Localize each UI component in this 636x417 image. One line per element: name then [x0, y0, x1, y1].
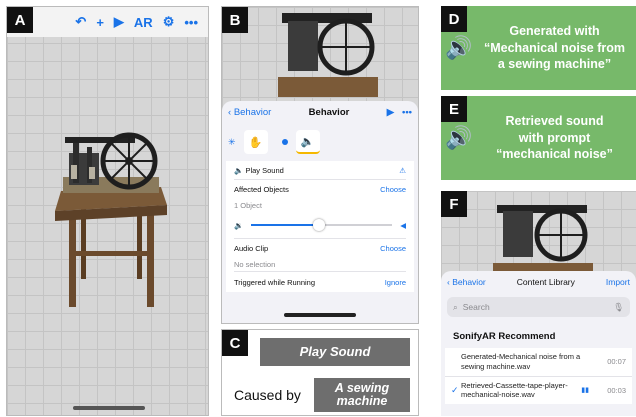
action-card: 🔈 Play Sound ⚠ Affected Objects Choose 1… [226, 161, 414, 292]
sewing-machine-model [493, 205, 593, 281]
volume-low-icon: 🔉 [234, 220, 244, 230]
clip-duration: 00:07 [607, 357, 626, 367]
ar-button[interactable]: AR [134, 15, 153, 30]
caption-line-2: with prompt [518, 130, 591, 145]
triggered-row: Triggered while Running Ignore [226, 272, 414, 292]
search-input[interactable]: ⌕ Search 🎙 [447, 297, 630, 317]
nav-title: Behavior [308, 106, 350, 118]
volume-slider-fill [251, 224, 319, 226]
retrieved-sound-caption: Retrieved sound with prompt “mechanical … [475, 96, 634, 180]
sewing-machine-model[interactable] [51, 125, 171, 310]
list-item[interactable]: Generated-Mechanical noise from a sewing… [445, 348, 632, 376]
connector-dot-icon [281, 139, 288, 145]
audio-clip-value: No selection [234, 259, 276, 269]
panel-d-generated-sound: D 🔊 Generated with “Mechanical noise fro… [441, 6, 636, 90]
action-caption-box: Play Sound [260, 338, 410, 366]
speaker-icon: 🔈 [234, 165, 244, 175]
panel-a-ar-scene: A ↶ + ▶ AR ⚙ ••• [6, 6, 209, 416]
affected-count-row: 1 Object [226, 198, 414, 212]
back-button[interactable]: ‹ Behavior [228, 107, 271, 118]
action-header: 🔈 Play Sound ⚠ [226, 161, 414, 179]
back-label: Behavior [233, 106, 272, 118]
panel-label-d: D [441, 6, 467, 32]
affected-count: 1 Object [234, 200, 262, 210]
caption-line-3: a sewing machine” [497, 57, 612, 72]
triggered-ignore-button[interactable]: Ignore [385, 278, 406, 287]
action-title: Play Sound [245, 165, 284, 175]
caption-line-1: Generated with [509, 23, 600, 38]
audio-bars-icon: ▮▮ [581, 387, 589, 395]
generated-sound-caption: Generated with “Mechanical noise from a … [475, 6, 634, 90]
trigger-tile[interactable]: ✋ [243, 130, 268, 154]
panel-c-caption: C Play Sound Caused by A sewing machine [221, 329, 419, 416]
panel-label-a: A [7, 7, 33, 33]
speaker-sound-icon: 🔊 [445, 35, 473, 60]
caption-line-1: Retrieved sound [505, 113, 604, 128]
search-icon: ⌕ [453, 301, 458, 312]
add-icon[interactable]: + [96, 15, 104, 30]
list-item[interactable]: ✓ Retrieved-Cassette-tape-player-mechanic… [445, 375, 632, 404]
play-icon[interactable]: ▶ [387, 107, 394, 118]
ar-toolbar: ↶ + ▶ AR ⚙ ••• [7, 7, 208, 37]
audio-clip-label: Audio Clip [234, 243, 269, 253]
volume-slider-knob[interactable] [312, 219, 325, 231]
volume-slider[interactable] [251, 219, 393, 231]
audio-clip-value-row: No selection [226, 257, 414, 271]
panel-label-e: E [441, 96, 467, 122]
library-nav: ‹ Behavior Content Library Import [441, 271, 636, 293]
clip-name: Generated-Mechanical noise from a sewing… [461, 352, 581, 371]
behavior-sheet: ‹ Behavior Behavior ▶ ••• ✳ ✋ 🔈 🔈 Play S… [222, 101, 418, 323]
affected-objects-row: Affected Objects Choose [226, 180, 414, 198]
settings-icon[interactable]: ⚙ [163, 14, 175, 30]
back-button[interactable]: ‹ Behavior [447, 277, 486, 287]
home-indicator [73, 406, 145, 410]
panel-label-b: B [222, 7, 248, 33]
clip-list: Generated-Mechanical noise from a sewing… [441, 348, 636, 404]
ar-viewport[interactable] [7, 37, 208, 415]
triggered-label: Triggered while Running [234, 277, 316, 287]
spinner-icon: ✳ [228, 136, 236, 147]
undo-icon[interactable]: ↶ [75, 14, 86, 30]
clip-name: Retrieved-Cassette-tape-player-mechanica… [461, 380, 568, 400]
panel-f-content-library: F ‹ Behavior Content Library Import ⌕ Se… [441, 191, 636, 416]
more-icon[interactable]: ••• [402, 107, 412, 118]
panel-label-f: F [441, 191, 467, 217]
affected-choose-button[interactable]: Choose [380, 185, 406, 194]
section-title: SonifyAR Recommend [453, 331, 556, 342]
tap-hand-icon: ✋ [248, 136, 263, 149]
audio-clip-choose-button[interactable]: Choose [380, 244, 406, 253]
nav-title: Content Library [516, 277, 575, 287]
ar-viewport [441, 191, 636, 281]
volume-row: 🔉 ◀ [226, 212, 414, 238]
more-icon[interactable]: ••• [184, 15, 198, 30]
warning-icon[interactable]: ⚠ [399, 166, 406, 175]
caption-line-2: “Mechanical noise from [483, 40, 625, 55]
sewing-machine-model [278, 13, 378, 97]
play-icon[interactable]: ▶ [114, 14, 124, 30]
caused-by-label: Caused by [234, 387, 301, 403]
clip-duration: 00:03 [607, 385, 626, 395]
audio-clip-row: Audio Clip Choose [226, 239, 414, 257]
volume-high-icon: ◀ [400, 220, 406, 230]
back-label: Behavior [452, 277, 486, 287]
affected-label: Affected Objects [234, 184, 289, 194]
panel-e-retrieved-sound: E 🔊 Retrieved sound with prompt “mechani… [441, 96, 636, 180]
speaker-icon: 🔈 [300, 135, 315, 148]
home-indicator [284, 313, 356, 317]
import-button[interactable]: Import [606, 277, 630, 287]
search-placeholder: Search [462, 302, 490, 312]
speaker-sound-icon: 🔊 [445, 125, 473, 150]
library-sheet: ‹ Behavior Content Library Import ⌕ Sear… [441, 271, 636, 416]
checkmark-icon: ✓ [451, 384, 459, 395]
behavior-nav: ‹ Behavior Behavior ▶ ••• [222, 101, 418, 123]
panel-b-behavior-editor: B ‹ Behavior Behavior ▶ ••• ✳ ✋ 🔈 🔈 Play… [221, 6, 419, 324]
caption-line-3: “mechanical noise” [496, 147, 613, 162]
panel-label-c: C [222, 330, 248, 356]
cause-caption-box: A sewing machine [314, 378, 410, 412]
microphone-icon[interactable]: 🎙 [613, 302, 624, 313]
ar-viewport [222, 7, 418, 107]
trigger-action-row: ✳ ✋ 🔈 [222, 123, 418, 161]
action-tile[interactable]: 🔈 [295, 130, 320, 154]
